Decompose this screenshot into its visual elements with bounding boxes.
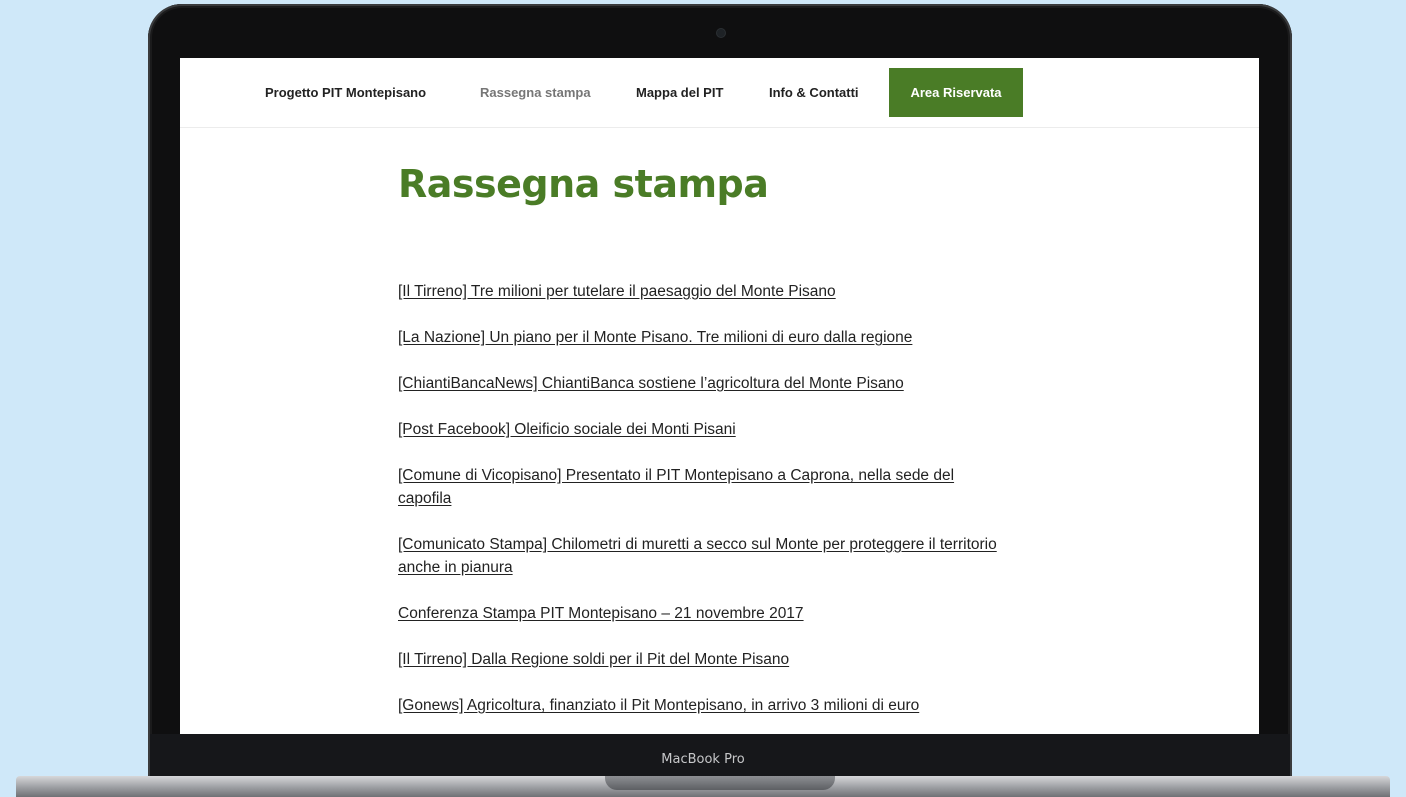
- device-brand-label: MacBook Pro: [661, 752, 745, 767]
- press-article-list: [Il Tirreno] Tre milioni per tutelare il…: [398, 280, 998, 734]
- nav-item-info-contatti[interactable]: Info & Contatti: [769, 85, 859, 100]
- webcam: [717, 29, 725, 37]
- article-link[interactable]: Conferenza Stampa PIT Montepisano – 21 n…: [398, 605, 804, 622]
- article-link[interactable]: [Il Tirreno] Tre milioni per tutelare il…: [398, 283, 836, 300]
- list-item: [Il Tirreno] Tre milioni per tutelare il…: [398, 280, 998, 303]
- browser-viewport: Progetto PIT Montepisano Rassegna stampa…: [180, 58, 1259, 734]
- page-title: Rassegna stampa: [398, 162, 769, 206]
- article-link[interactable]: [Comune di Vicopisano] Presentato il PIT…: [398, 467, 954, 507]
- list-item: [Gonews] Agricoltura, finanziato il Pit …: [398, 694, 998, 717]
- list-item: [Post Facebook] Oleificio sociale dei Mo…: [398, 418, 998, 441]
- list-item: [ChiantiBancaNews] ChiantiBanca sostiene…: [398, 372, 998, 395]
- laptop-notch: [605, 776, 835, 790]
- article-link[interactable]: [Gonews] Agricoltura, finanziato il Pit …: [398, 697, 919, 714]
- list-item: [Il Tirreno] Dalla Regione soldi per il …: [398, 648, 998, 671]
- list-item: Conferenza Stampa PIT Montepisano – 21 n…: [398, 602, 998, 625]
- article-link[interactable]: [Il Tirreno] Dalla Regione soldi per il …: [398, 651, 789, 668]
- list-item: [La Nazione] Un piano per il Monte Pisan…: [398, 326, 998, 349]
- article-link[interactable]: [Post Facebook] Oleificio sociale dei Mo…: [398, 421, 736, 438]
- list-item: [Comunicato Stampa] Chilometri di murett…: [398, 533, 998, 579]
- nav-item-progetto[interactable]: Progetto PIT Montepisano: [265, 85, 426, 100]
- article-link[interactable]: [La Nazione] Un piano per il Monte Pisan…: [398, 329, 912, 346]
- main-navigation: Progetto PIT Montepisano Rassegna stampa…: [180, 58, 1259, 128]
- article-link[interactable]: [ChiantiBancaNews] ChiantiBanca sostiene…: [398, 375, 904, 392]
- area-riservata-button[interactable]: Area Riservata: [889, 68, 1023, 117]
- list-item: [Comune di Vicopisano] Presentato il PIT…: [398, 464, 998, 510]
- nav-item-rassegna-stampa[interactable]: Rassegna stampa: [480, 85, 591, 100]
- article-link[interactable]: [Comunicato Stampa] Chilometri di murett…: [398, 536, 997, 576]
- nav-item-mappa[interactable]: Mappa del PIT: [636, 85, 723, 100]
